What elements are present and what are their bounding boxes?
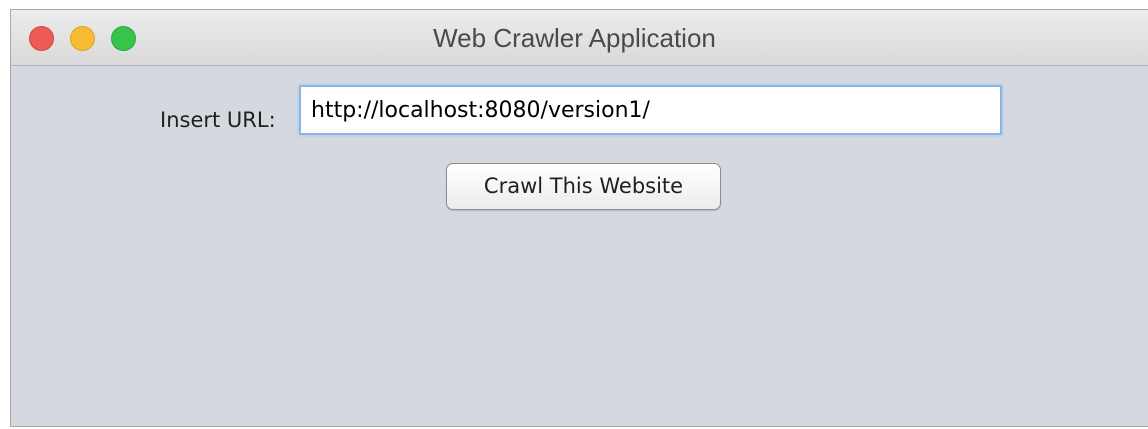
title-bar[interactable]: Web Crawler Application: [11, 10, 1148, 66]
app-window: Web Crawler Application Insert URL: Craw…: [10, 9, 1148, 427]
crawl-website-button[interactable]: Crawl This Website: [446, 163, 721, 210]
url-label: Insert URL:: [160, 108, 276, 132]
url-input[interactable]: [299, 85, 1002, 135]
window-title: Web Crawler Application: [433, 23, 716, 53]
